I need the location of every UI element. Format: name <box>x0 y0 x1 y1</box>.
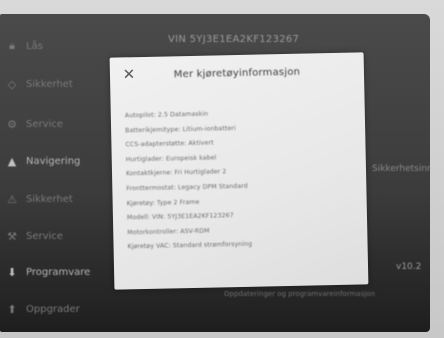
sidebar-item-label: Lås <box>26 40 43 52</box>
warning-icon: ⚠ <box>7 192 17 206</box>
vehicle-info-list: Autopilot: 2.5 Datamaskin Batterikjemity… <box>125 108 358 259</box>
download-icon: ⬇ <box>7 265 17 279</box>
software-version: v10.2 <box>396 262 422 272</box>
shield-icon: ◇ <box>7 77 17 91</box>
navigation-arrow-icon: ▲ <box>7 154 17 168</box>
dialog-title: Mer kjøretøyinformasjon <box>173 66 301 81</box>
sidebar-item-safety[interactable]: ⚠ Sikkerhet <box>6 189 73 209</box>
vin-header: VIN 5YJ3E1EA2KF123267 <box>168 34 300 45</box>
vehicle-info-dialog: ✕ Mer kjøretøyinformasjon Autopilot: 2.5… <box>109 52 369 290</box>
update-info-text: Oppdateringer og programvareinformasjon <box>224 290 375 298</box>
wrench-icon: ⚙ <box>7 117 17 131</box>
sidebar-item-service[interactable]: ⚙ Service <box>6 114 63 134</box>
sidebar-item-label: Oppgrader <box>26 303 80 315</box>
sidebar-item-upgrade[interactable]: ⬆ Oppgrader <box>6 299 80 319</box>
sidebar-item-label: Service <box>26 230 63 242</box>
right-settings-label: Sikkerhetsinnstillinger <box>372 164 430 174</box>
sidebar-item-lock[interactable]: 🔒︎ Lås <box>6 36 43 56</box>
sidebar-item-security[interactable]: ◇ Sikkerhet <box>6 74 73 94</box>
sidebar-item-service-2[interactable]: ⚒ Service <box>6 226 63 246</box>
service-icon: ⚒ <box>7 229 17 243</box>
sidebar-item-label: Service <box>26 118 63 130</box>
sidebar-item-software[interactable]: ⬇ Programvare <box>6 262 90 282</box>
sidebar-item-navigation[interactable]: ▲ Navigering <box>6 151 81 171</box>
lock-icon: 🔒︎ <box>9 39 15 52</box>
sidebar-item-label: Navigering <box>26 155 81 167</box>
sidebar-item-label: Sikkerhet <box>26 78 73 90</box>
sidebar-item-label: Programvare <box>26 266 91 278</box>
sidebar-item-label: Sikkerhet <box>26 193 73 205</box>
upgrade-icon: ⬆ <box>7 302 17 316</box>
